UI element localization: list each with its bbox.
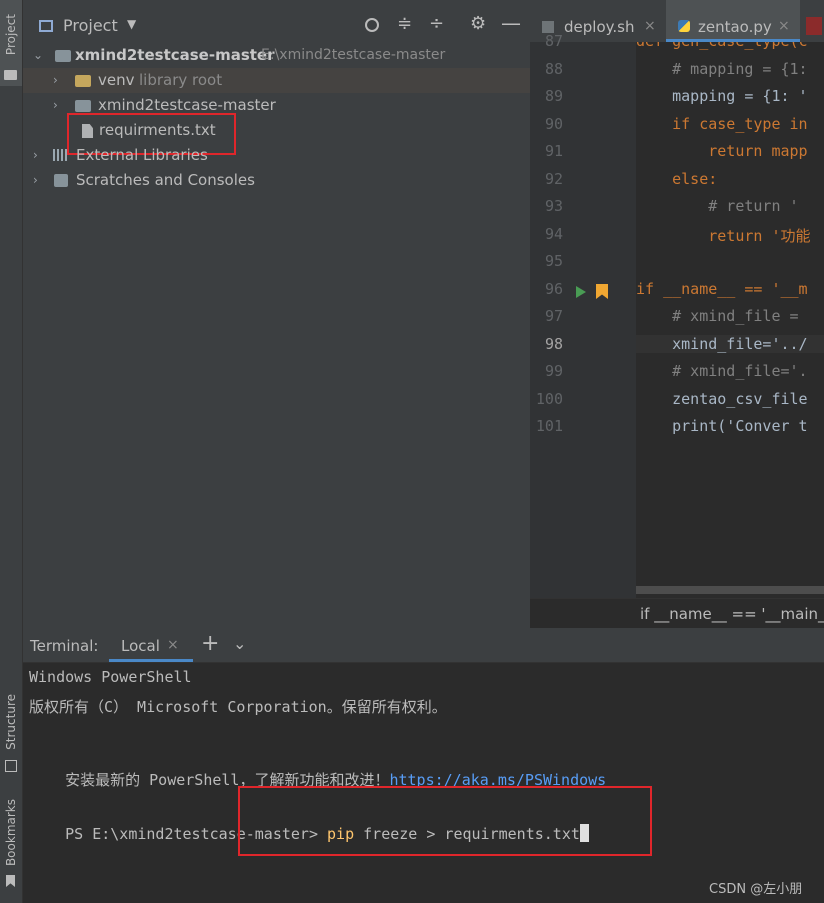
close-icon[interactable]: × xyxy=(778,18,790,34)
line-number: 89 xyxy=(544,87,563,105)
terminal-line: Windows PowerShell xyxy=(29,668,192,686)
code-area[interactable]: def gen_case_type(c # mapping = {1: mapp… xyxy=(636,42,824,598)
code-line: def gen_case_type(c xyxy=(636,42,808,50)
horizontal-scrollbar[interactable] xyxy=(636,586,824,594)
line-number: 100 xyxy=(535,389,563,408)
breadcrumb-label: if __name__ == '__main__' xyxy=(640,605,824,623)
editor-tabs: deploy.sh × zentao.py × xyxy=(530,0,824,42)
structure-tool-button[interactable]: Structure xyxy=(0,690,22,776)
line-number: 90 xyxy=(544,114,563,133)
code-line: # mapping = {1: xyxy=(636,59,808,78)
tab-label: deploy.sh xyxy=(564,18,635,36)
code-line: xmind_file='../ xyxy=(636,334,824,353)
tree-item-label: Scratches and Consoles xyxy=(76,171,255,189)
line-number: 99 xyxy=(544,362,563,380)
left-tool-strip: Project Structure Bookmarks xyxy=(0,0,23,903)
line-number: 87 xyxy=(544,32,563,50)
line-number: 88 xyxy=(544,59,563,78)
tree-item-project-root[interactable]: ⌄ xmind2testcase-master E:\xmind2testcas… xyxy=(23,43,530,68)
chevron-down-icon[interactable]: ⌄ xyxy=(33,43,47,68)
bookmarks-tool-label: Bookmarks xyxy=(4,799,18,867)
project-title[interactable]: Project xyxy=(63,16,118,35)
project-panel: Project ▼ ≑ ÷ ⚙ — ⌄ xmind2testcase-maste… xyxy=(23,0,530,628)
code-line: # return ' xyxy=(636,197,799,215)
folder-icon xyxy=(55,50,71,62)
gear-icon[interactable]: ⚙ xyxy=(470,13,486,34)
hide-panel-icon[interactable]: — xyxy=(501,11,521,35)
code-line: if case_type in xyxy=(636,114,808,133)
code-line: zentao_csv_file xyxy=(636,389,808,408)
folder-icon xyxy=(75,100,91,112)
folder-icon xyxy=(75,75,91,87)
bookmark-icon xyxy=(6,875,15,887)
line-number: 94 xyxy=(544,224,563,243)
terminal-panel: Terminal: Local × + ⌄ Windows PowerShell… xyxy=(23,628,824,903)
tree-item-scratches[interactable]: › Scratches and Consoles xyxy=(23,168,530,193)
line-number: 91 xyxy=(544,142,563,160)
chevron-right-icon[interactable]: › xyxy=(33,143,47,168)
more-tabs-icon[interactable] xyxy=(806,17,822,35)
chevron-down-icon[interactable]: ▼ xyxy=(127,17,136,31)
tab-label: zentao.py xyxy=(698,18,772,36)
terminal-title: Terminal: xyxy=(30,637,99,655)
chevron-right-icon[interactable]: › xyxy=(33,168,47,193)
tree-item-label: venv xyxy=(98,71,135,89)
code-line: # xmind_file = xyxy=(636,307,799,325)
locate-icon[interactable] xyxy=(365,18,379,32)
run-icon[interactable] xyxy=(576,286,586,298)
folder-icon xyxy=(4,70,17,80)
libraries-icon xyxy=(53,149,69,161)
code-line: print('Conver t xyxy=(636,417,808,435)
tab-zentao-py[interactable]: zentao.py × xyxy=(666,0,800,42)
tab-label: Local xyxy=(121,637,160,655)
line-number: 92 xyxy=(544,169,563,188)
expand-all-icon[interactable]: ≑ xyxy=(397,13,412,34)
bookmarks-tool-button[interactable]: Bookmarks xyxy=(0,795,22,895)
line-number: 101 xyxy=(535,417,563,435)
project-view-icon xyxy=(39,20,53,32)
line-number: 96 xyxy=(544,279,563,298)
chevron-down-icon[interactable]: ⌄ xyxy=(233,634,246,653)
code-line: # xmind_file='. xyxy=(636,362,808,380)
structure-tool-label: Structure xyxy=(4,694,18,750)
close-icon[interactable]: × xyxy=(167,637,179,653)
tree-item-venv[interactable]: › venv library root xyxy=(23,68,530,93)
code-line: return '功能 xyxy=(636,226,811,245)
bookmark-icon[interactable] xyxy=(596,284,608,299)
highlight-box xyxy=(238,786,652,856)
python-file-icon xyxy=(678,20,690,32)
scratches-icon xyxy=(54,174,68,187)
line-number: 98 xyxy=(544,334,563,353)
project-tool-label: Project xyxy=(4,14,18,56)
tree-item-label: xmind2testcase-master xyxy=(75,46,275,64)
terminal-line: 版权所有（C） Microsoft Corporation。保留所有权利。 xyxy=(29,698,447,716)
collapse-all-icon[interactable]: ÷ xyxy=(429,13,444,34)
line-number: 93 xyxy=(544,197,563,215)
tree-item-label: External Libraries xyxy=(76,146,208,164)
code-line: mapping = {1: ' xyxy=(636,87,808,105)
tree-item-path: E:\xmind2testcase-master xyxy=(261,47,446,63)
code-line: else: xyxy=(636,169,718,188)
code-line: return mapp xyxy=(636,142,808,160)
structure-icon xyxy=(5,760,17,772)
close-icon[interactable]: × xyxy=(644,18,656,34)
project-tool-button[interactable]: Project xyxy=(0,0,22,86)
tree-item-hint: library root xyxy=(139,71,223,89)
editor-gutter: 87 88 89 90 91 92 93 94 95 96 97 98 99 100 101 xyxy=(530,32,636,598)
line-number: 95 xyxy=(544,252,563,270)
chevron-right-icon[interactable]: › xyxy=(53,68,67,93)
tab-local[interactable]: Local × xyxy=(109,628,193,662)
code-line: if __name__ == '__m xyxy=(636,279,808,298)
chevron-right-icon[interactable]: › xyxy=(53,93,67,118)
editor-breadcrumb[interactable]: if __name__ == '__main__' xyxy=(530,598,824,629)
project-panel-header: Project ▼ ≑ ÷ ⚙ — xyxy=(23,0,530,40)
line-number: 97 xyxy=(544,307,563,325)
watermark: CSDN @左小朋 xyxy=(709,882,803,897)
tree-item-external-libraries[interactable]: › External Libraries xyxy=(23,143,530,168)
add-terminal-icon[interactable]: + xyxy=(201,631,219,656)
terminal-toolbar: Terminal: Local × + ⌄ xyxy=(23,628,824,663)
